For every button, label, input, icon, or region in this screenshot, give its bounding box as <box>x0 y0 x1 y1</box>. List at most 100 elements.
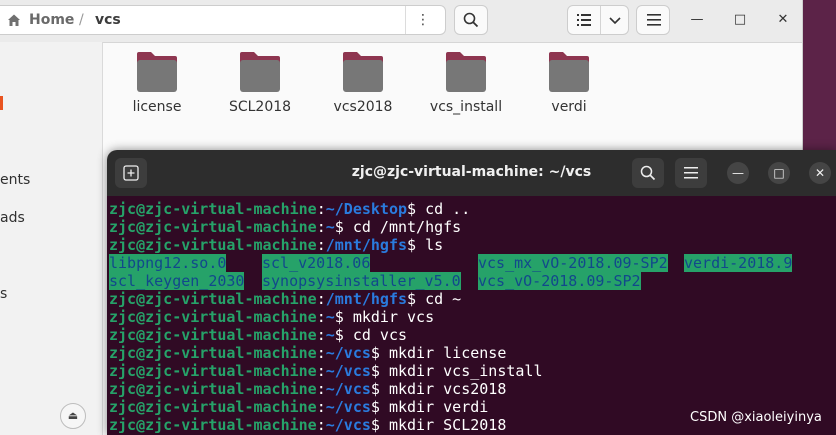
prompt-path: ~/vcs <box>325 398 371 416</box>
ls-output-item: scl_v2018.06 <box>262 254 371 272</box>
breadcrumb-home[interactable]: Home <box>29 12 74 28</box>
ls-dir-name: synopsysinstaller_v5.0 <box>262 272 461 290</box>
ls-output-item: scl_keygen_2030 <box>109 272 245 290</box>
sidebar: ents ads s ⏏ <box>0 42 103 435</box>
prompt-path: ~/vcs <box>325 362 371 380</box>
command-text: mkdir vcs_install <box>379 362 543 380</box>
terminal-line: zjc@zjc-virtual-machine:~/vcs$ mkdir lic… <box>109 344 507 362</box>
prompt-user: zjc@zjc-virtual-machine <box>109 236 317 254</box>
minimize-icon[interactable]: — <box>686 9 708 31</box>
ls-dir-name: vcs_vO-2018.09-SP2 <box>478 272 641 290</box>
terminal-window: zjc@zjc-virtual-machine: ~/vcs — □ ✕ zjc… <box>107 150 836 435</box>
prompt-user: zjc@zjc-virtual-machine <box>109 398 317 416</box>
prompt-user: zjc@zjc-virtual-machine <box>109 380 317 398</box>
terminal-line: zjc@zjc-virtual-machine:~/vcs$ mkdir SCL… <box>109 416 507 434</box>
breadcrumb-separator: / <box>79 12 84 28</box>
ls-output-item: vcs_vO-2018.09-SP2 <box>478 272 641 290</box>
terminal-maximize-icon[interactable]: □ <box>768 162 790 184</box>
prompt-user: zjc@zjc-virtual-machine <box>109 218 317 236</box>
folder-item[interactable]: SCL2018 <box>210 50 310 120</box>
prompt-user: zjc@zjc-virtual-machine <box>109 326 317 344</box>
path-bar[interactable]: Home / vcs ⋮ <box>0 5 446 35</box>
folder-label: vcs_install <box>429 99 503 115</box>
ls-output-item: synopsysinstaller_v5.0 <box>262 272 461 290</box>
folder-icon <box>240 52 280 92</box>
folder-icon <box>446 52 486 92</box>
prompt-path: ~/Desktop <box>325 200 408 218</box>
prompt-user: zjc@zjc-virtual-machine <box>109 308 317 326</box>
prompt-user: zjc@zjc-virtual-machine <box>109 362 317 380</box>
terminal-line: zjc@zjc-virtual-machine:/mnt/hgfs$ ls <box>109 236 444 254</box>
command-text: cd .. <box>416 200 471 218</box>
search-icon <box>640 165 656 181</box>
folder-label: SCL2018 <box>228 99 292 115</box>
maximize-icon[interactable]: □ <box>729 9 751 31</box>
file-manager-headerbar: Home / vcs ⋮ — □ ✕ <box>0 0 802 43</box>
sidebar-item-recents[interactable]: ents <box>0 172 30 188</box>
terminal-close-icon[interactable]: ✕ <box>809 162 831 184</box>
prompt-user: zjc@zjc-virtual-machine <box>109 344 317 362</box>
folder-item[interactable]: vcs_install <box>416 50 516 120</box>
sidebar-item-downloads[interactable]: ads <box>0 210 25 226</box>
folder-label: verdi <box>551 99 587 115</box>
watermark: CSDN @xiaoleiyinya <box>690 410 822 425</box>
terminal-line: zjc@zjc-virtual-machine:~$ mkdir vcs <box>109 308 435 326</box>
ls-output-item: vcs_mx_vO-2018.09-SP2 <box>478 254 668 272</box>
home-icon <box>8 14 20 26</box>
sidebar-active-marker <box>0 96 3 110</box>
ls-dir-name: verdi-2018.9 <box>684 254 793 272</box>
ls-output-item: verdi-2018.9 <box>684 254 793 272</box>
main-menu-button[interactable] <box>636 5 670 35</box>
command-text: cd vcs <box>343 326 408 344</box>
folder-item[interactable]: vcs2018 <box>313 50 413 120</box>
view-button-divider <box>600 6 601 34</box>
terminal-line: zjc@zjc-virtual-machine:~/Desktop$ cd .. <box>109 200 471 218</box>
terminal-output[interactable]: zjc@zjc-virtual-machine:~/Desktop$ cd ..… <box>107 196 836 435</box>
ls-dir-name: scl_keygen_2030 <box>109 272 245 290</box>
prompt-path: ~ <box>325 308 335 326</box>
folder-label: vcs2018 <box>333 99 393 115</box>
chevron-down-icon[interactable] <box>609 17 621 25</box>
folder-icon <box>343 52 383 92</box>
command-text: ls <box>416 236 444 254</box>
prompt-path: /mnt/hgfs <box>325 236 408 254</box>
prompt-path: /mnt/hgfs <box>325 290 408 308</box>
view-options-button[interactable] <box>567 5 629 35</box>
search-button[interactable] <box>454 5 488 35</box>
terminal-search-button[interactable] <box>632 158 664 188</box>
list-view-icon <box>577 14 591 26</box>
folder-item[interactable]: verdi <box>519 50 619 120</box>
command-text: mkdir vcs <box>343 308 435 326</box>
command-text: cd /mnt/hgfs <box>343 218 462 236</box>
prompt-user: zjc@zjc-virtual-machine <box>109 290 317 308</box>
folder-item[interactable]: license <box>107 50 207 120</box>
command-text: mkdir license <box>379 344 507 362</box>
prompt-path: ~ <box>325 218 335 236</box>
ls-dir-name: vcs_mx_vO-2018.09-SP2 <box>478 254 668 272</box>
close-icon[interactable]: ✕ <box>772 9 794 31</box>
terminal-menu-button[interactable] <box>675 158 707 188</box>
search-icon <box>463 12 479 28</box>
prompt-user: zjc@zjc-virtual-machine <box>109 416 317 434</box>
ls-output-item: libpng12.so.0 <box>109 254 227 272</box>
terminal-line: zjc@zjc-virtual-machine:/mnt/hgfs$ cd ~ <box>109 290 462 308</box>
terminal-headerbar: zjc@zjc-virtual-machine: ~/vcs — □ ✕ <box>107 150 836 196</box>
hamburger-menu-icon <box>684 167 698 179</box>
breadcrumb-current[interactable]: vcs <box>95 12 121 28</box>
terminal-line: zjc@zjc-virtual-machine:~$ cd /mnt/hgfs <box>109 218 462 236</box>
prompt-path: ~/vcs <box>325 380 371 398</box>
command-text: mkdir verdi <box>379 398 489 416</box>
more-options-icon[interactable]: ⋮ <box>411 10 435 30</box>
hamburger-menu-icon <box>647 14 661 26</box>
folder-icon <box>549 52 589 92</box>
prompt-path: ~/vcs <box>325 344 371 362</box>
prompt-path: ~/vcs <box>325 416 371 434</box>
ls-dir-name: scl_v2018.06 <box>262 254 371 272</box>
sidebar-item-videos[interactable]: s <box>0 286 7 302</box>
terminal-minimize-icon[interactable]: — <box>727 162 749 184</box>
command-text: mkdir vcs2018 <box>379 380 507 398</box>
command-text: cd ~ <box>416 290 462 308</box>
prompt-user: zjc@zjc-virtual-machine <box>109 200 317 218</box>
eject-icon[interactable]: ⏏ <box>60 403 86 429</box>
command-text: mkdir SCL2018 <box>379 416 507 434</box>
